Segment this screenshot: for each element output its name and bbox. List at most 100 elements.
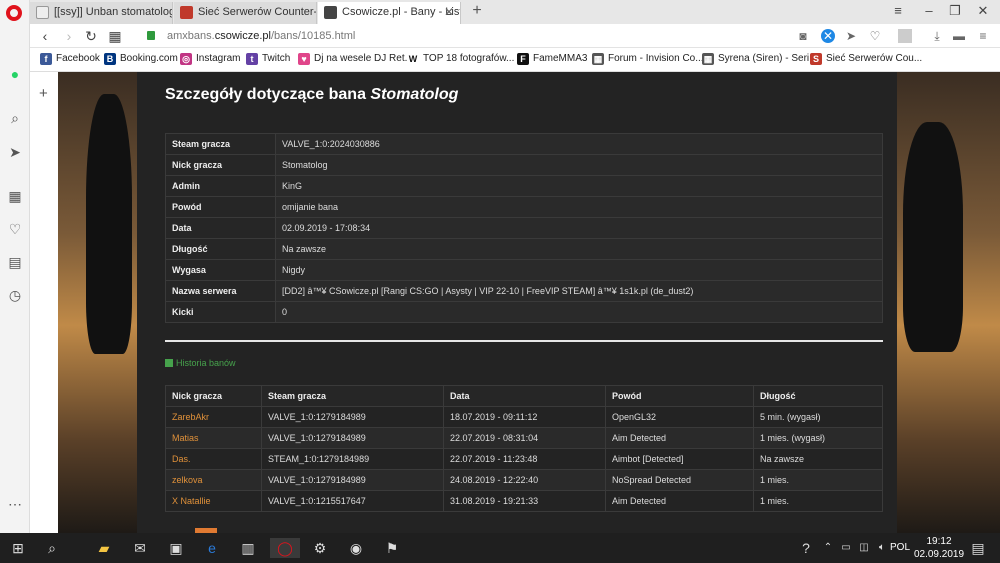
- network-icon[interactable]: ◫: [854, 538, 874, 558]
- history-cell: 22.07.2019 - 08:31:04: [443, 427, 606, 449]
- opera-sidebar: ● ⌕ ➤ ▦ ♡ ▤ ◷ ⋯: [0, 0, 30, 533]
- counter-strike-icon[interactable]: ⚑: [382, 538, 402, 558]
- search-icon[interactable]: ⌕: [7, 110, 23, 126]
- help-icon[interactable]: ?: [796, 538, 816, 558]
- heart-icon[interactable]: ♡: [7, 221, 23, 237]
- language-indicator[interactable]: POL: [890, 542, 910, 553]
- volume-icon[interactable]: 🔈︎: [872, 538, 892, 558]
- plus-column: +: [30, 72, 58, 533]
- ban-history-table: Nick gracza Steam gracza Data Powód Długość …: [165, 385, 883, 512]
- camera-icon[interactable]: ◙: [796, 29, 810, 43]
- tab-menu-icon[interactable]: ≡: [885, 3, 911, 18]
- clock[interactable]: 19:12 02.09.2019: [912, 535, 966, 561]
- bookmark-siec[interactable]: S Sieć Serwerów Cou...: [810, 53, 923, 65]
- history-cell: 1 mies.: [753, 490, 883, 512]
- tabs-grid-icon[interactable]: ▦: [106, 27, 124, 45]
- tab-csowicze[interactable]: Csowicze.pl - Bany - Lista b ✕: [318, 2, 461, 24]
- detail-key: Data: [165, 217, 276, 239]
- facebook-icon: f: [40, 53, 52, 65]
- history-cell: Aim Detected: [605, 490, 754, 512]
- news-icon[interactable]: ▤: [7, 254, 23, 270]
- battery-icon[interactable]: ▬: [952, 29, 966, 43]
- history-column-header: Powód: [605, 385, 754, 407]
- title-player-name: Stomatolog: [370, 86, 459, 103]
- wikipedia-icon: W: [407, 53, 419, 65]
- player-nick-link[interactable]: Matias: [165, 427, 262, 449]
- history-cell: 31.08.2019 - 19:21:33: [443, 490, 606, 512]
- forward-icon[interactable]: ›: [60, 27, 78, 45]
- menu-icon[interactable]: ≡: [976, 29, 990, 43]
- notifications-icon[interactable]: ▤: [968, 538, 988, 558]
- whatsapp-icon[interactable]: ●: [7, 66, 23, 82]
- notes-icon[interactable]: ▥: [238, 538, 258, 558]
- instagram-icon: ◎: [180, 53, 192, 65]
- site-favicon-icon: [180, 6, 193, 19]
- bookmark-dj[interactable]: ♥ Dj na wesele DJ Ret...: [298, 53, 413, 65]
- detail-key: Kicki: [165, 301, 276, 323]
- send-icon[interactable]: ➤: [7, 144, 23, 160]
- bookmark-label: Sieć Serwerów Cou...: [826, 53, 923, 64]
- extension-icon[interactable]: [898, 29, 912, 43]
- edge-icon[interactable]: e: [202, 538, 222, 558]
- table-row: zelkova VALVE_1:0:1279184989 24.08.2019 - …: [165, 469, 883, 491]
- globe-icon[interactable]: ◉: [346, 538, 366, 558]
- bookmark-syrena[interactable]: ▦ Syrena (Siren) - Seri...: [702, 53, 818, 65]
- tab-siec-serwerow[interactable]: Sieć Serwerów Counter-Str: [174, 2, 317, 24]
- bookmarks-bar: f Facebook B Booking.com ◎ Instagram t Twitc…: [30, 48, 1000, 72]
- player-nick-link[interactable]: X Natallie: [165, 490, 262, 512]
- download-icon[interactable]: ⤓: [930, 29, 944, 43]
- new-tab-button[interactable]: +: [467, 2, 487, 20]
- close-window-icon[interactable]: ✕: [970, 3, 996, 19]
- bookmark-label: Dj na wesele DJ Ret...: [314, 53, 413, 64]
- opera-taskbar-icon[interactable]: ◯: [270, 538, 300, 558]
- bookmark-top18[interactable]: W TOP 18 fotografów...: [407, 53, 514, 65]
- bookmark-heart-icon[interactable]: ♡: [868, 29, 882, 43]
- url-field[interactable]: amxbans.csowicze.pl/bans/10185.html: [167, 30, 355, 42]
- bookmark-booking[interactable]: B Booking.com: [104, 53, 178, 65]
- chevron-up-icon[interactable]: ⌃: [818, 538, 838, 558]
- adblock-icon[interactable]: ✕: [821, 29, 835, 43]
- back-icon[interactable]: ‹: [36, 27, 54, 45]
- close-tab-icon[interactable]: ✕: [444, 5, 454, 19]
- player-nick-link[interactable]: ZarebAkr: [165, 406, 262, 428]
- player-nick-link[interactable]: Das.: [165, 448, 262, 470]
- history-column-header: Data: [443, 385, 606, 407]
- booking-icon: B: [104, 53, 116, 65]
- bookmark-forum[interactable]: ▦ Forum - Invision Co...: [592, 53, 704, 65]
- history-cell: 1 mies. (wygasł): [753, 427, 883, 449]
- opera-logo-icon[interactable]: [6, 5, 22, 21]
- more-icon[interactable]: ⋯: [7, 496, 23, 512]
- steam-icon[interactable]: ⚙: [310, 538, 330, 558]
- history-cell: STEAM_1:0:1279184989: [261, 448, 444, 470]
- windows-start-icon[interactable]: ⊞: [8, 538, 28, 558]
- bookmark-famemma[interactable]: F FameMMA3: [517, 53, 587, 65]
- player-nick-link[interactable]: zelkova: [165, 469, 262, 491]
- page-title: Szczegóły dotyczące bana Stomatolog: [165, 86, 458, 104]
- battery-icon[interactable]: ▭: [836, 538, 856, 558]
- bookmark-facebook[interactable]: f Facebook: [40, 53, 100, 65]
- send-page-icon[interactable]: ➤: [844, 29, 858, 43]
- restore-icon[interactable]: ❐: [942, 3, 968, 19]
- store-icon[interactable]: ▣: [166, 538, 186, 558]
- minimize-icon[interactable]: –: [916, 3, 942, 18]
- history-icon[interactable]: ◷: [7, 287, 23, 303]
- bookmark-twitch[interactable]: t Twitch: [246, 53, 290, 65]
- speed-dial-icon[interactable]: ▦: [7, 188, 23, 204]
- lock-icon[interactable]: [147, 31, 155, 40]
- detail-key: Nazwa serwera: [165, 280, 276, 302]
- file-explorer-icon[interactable]: ▰: [94, 538, 114, 558]
- mail-icon[interactable]: ✉: [130, 538, 150, 558]
- reload-icon[interactable]: ↻: [82, 27, 100, 45]
- bookmark-instagram[interactable]: ◎ Instagram: [180, 53, 240, 65]
- table-row: X Natallie VALVE_1:0:1215517647 31.08.2019…: [165, 490, 883, 512]
- tab-unban[interactable]: [[ssy]] Unban stomatolog -: [30, 2, 173, 24]
- famemma-icon: F: [517, 53, 529, 65]
- detail-row: Admin KinG: [165, 175, 883, 197]
- detail-value: Na zawsze: [275, 238, 883, 260]
- bookmark-label: Syrena (Siren) - Seri...: [718, 53, 818, 64]
- clock-date: 02.09.2019: [913, 549, 965, 560]
- search-icon[interactable]: ⌕: [42, 538, 62, 558]
- add-icon[interactable]: +: [39, 85, 48, 102]
- history-link[interactable]: Historia banów: [165, 358, 236, 368]
- detail-value: 02.09.2019 - 17:08:34: [275, 217, 883, 239]
